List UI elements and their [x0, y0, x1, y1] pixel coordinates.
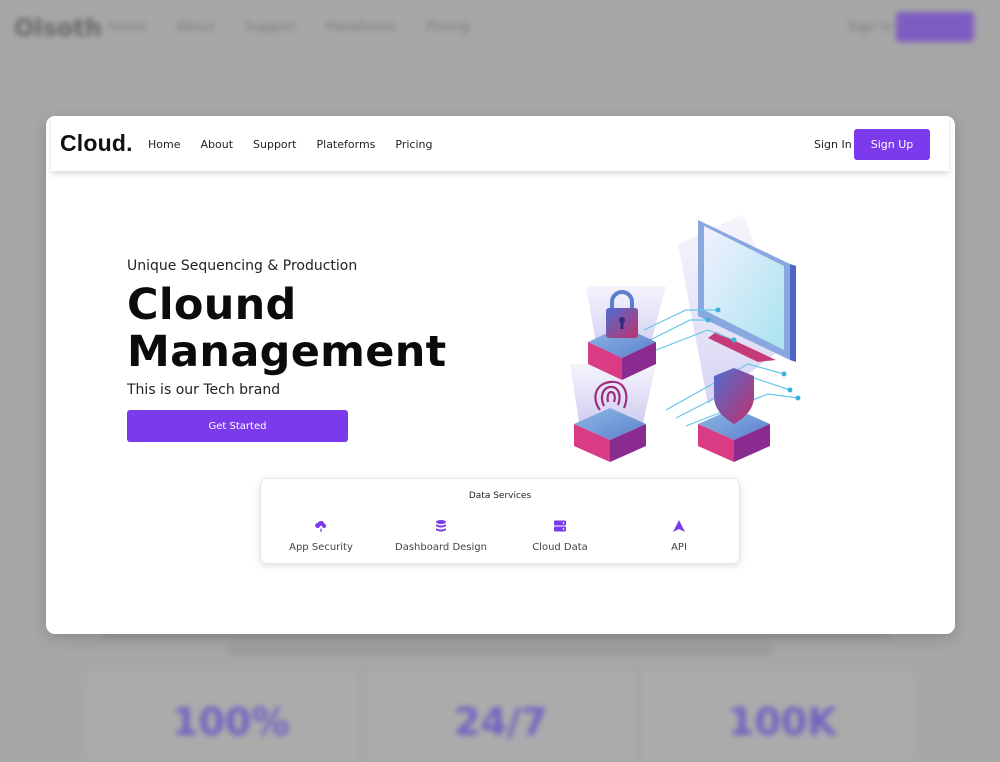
navbar: Cloud. Home About Support Plateforms Pri… [51, 116, 949, 171]
cloud-upload-icon [315, 520, 327, 532]
sign-in-link[interactable]: Sign In [814, 138, 852, 151]
hero-title-line: Management [127, 327, 447, 377]
hero-tagline: This is our Tech brand [127, 382, 281, 398]
service-label: Cloud Data [532, 542, 588, 553]
nav-links: Home About Support Plateforms Pricing [148, 138, 452, 151]
background-text-line [228, 644, 772, 656]
background-stat-value: 100K [728, 700, 837, 744]
nav-link-plateforms[interactable]: Plateforms [317, 138, 376, 151]
cloud-security-illustration [570, 214, 801, 462]
nav-link-pricing[interactable]: Pricing [395, 138, 432, 151]
background-nav-link: About [176, 20, 215, 35]
hero-subtitle: Unique Sequencing & Production [127, 258, 358, 274]
background-stat-value: 100% [172, 700, 290, 744]
service-dashboard-design[interactable]: Dashboard Design [381, 519, 501, 554]
service-cloud-data[interactable]: Cloud Data [500, 519, 620, 554]
hero-title-line: Clound [127, 280, 297, 330]
background-stat-value: 24/7 [454, 700, 548, 744]
brand-logo[interactable]: Cloud. [60, 130, 133, 157]
background-nav-link: Home [108, 20, 147, 35]
service-label: API [671, 542, 687, 553]
background-nav-link: Plateforms [326, 20, 396, 35]
background-sign-in: Sign In [848, 20, 893, 35]
service-label: Dashboard Design [395, 542, 487, 553]
services-title: Data Services [468, 491, 532, 501]
get-started-button[interactable]: Get Started [127, 410, 348, 442]
background-logo: Olsoth [14, 14, 102, 42]
hero-title: Clound Management [127, 282, 447, 376]
landing-preview-modal: Cloud. Home About Support Plateforms Pri… [46, 116, 955, 634]
service-label: App Security [289, 542, 353, 553]
nav-link-about[interactable]: About [200, 138, 233, 151]
background-nav-links: Home About Support Plateforms Pricing [108, 20, 470, 35]
server-icon [554, 520, 566, 532]
monitor-side [790, 264, 796, 362]
background-nav-link: Support [244, 20, 297, 35]
service-app-security[interactable]: App Security [261, 519, 381, 554]
nav-link-home[interactable]: Home [148, 138, 180, 151]
background-navbar: Olsoth Home About Support Plateforms Pri… [0, 0, 1000, 56]
background-sign-up-button [896, 12, 974, 42]
data-services-card: Data Services App Security Dashboard Des… [260, 478, 740, 564]
background-nav-link: Pricing [425, 20, 470, 35]
nav-link-support[interactable]: Support [253, 138, 296, 151]
database-icon [436, 520, 446, 532]
api-triangle-icon [673, 520, 685, 532]
service-api[interactable]: API [619, 519, 739, 554]
sign-up-button[interactable]: Sign Up [854, 129, 930, 160]
background-divider [0, 56, 1000, 57]
